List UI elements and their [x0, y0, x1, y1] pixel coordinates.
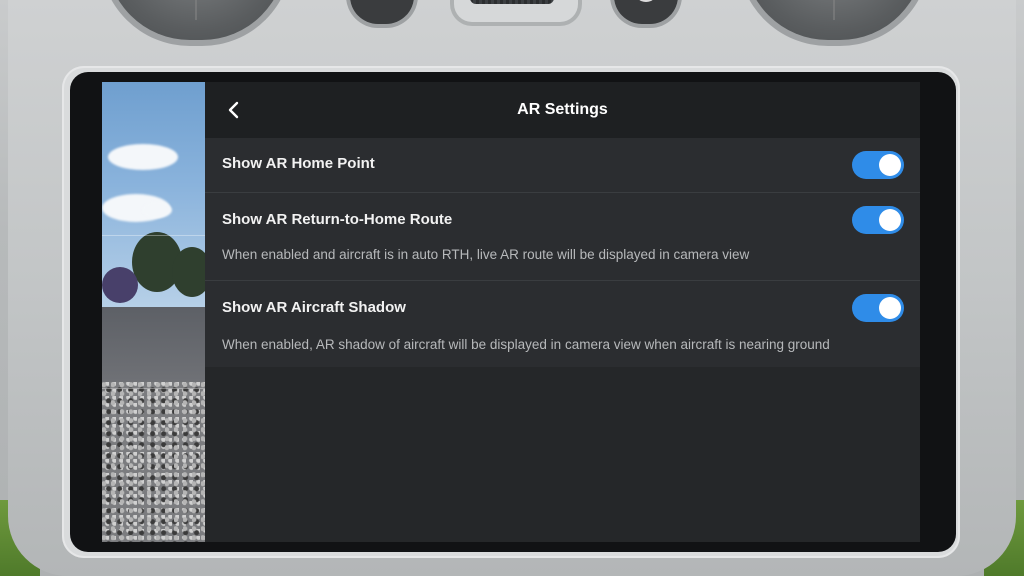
chevron-left-icon [228, 101, 239, 119]
panel-header: AR Settings [205, 82, 920, 138]
setting-row-ar-home-point: Show AR Home Point [205, 138, 920, 193]
setting-row-ar-aircraft-shadow: Show AR Aircraft Shadow When enabled, AR… [205, 281, 920, 367]
toggle-knob [879, 297, 901, 319]
setting-description: When enabled and aircraft is in auto RTH… [222, 247, 750, 262]
setting-title: Show AR Home Point [222, 155, 375, 172]
back-button[interactable] [219, 96, 247, 124]
ar-rth-route-toggle[interactable] [852, 206, 904, 234]
page-title: AR Settings [517, 101, 608, 118]
settings-list: Show AR Home Point Show AR Return-to-Hom… [205, 138, 920, 367]
setting-row-ar-rth-route: Show AR Return-to-Home Route When enable… [205, 193, 920, 281]
setting-title: Show AR Return-to-Home Route [222, 211, 453, 228]
toggle-knob [879, 154, 901, 176]
camera-sky [102, 82, 205, 312]
ar-home-point-toggle[interactable] [852, 151, 904, 179]
camera-gridline [102, 388, 205, 389]
setting-title: Show AR Aircraft Shadow [222, 299, 406, 316]
display-screen: AR Settings Show AR Home Point Show AR R… [102, 82, 920, 542]
camera-gridline [102, 235, 205, 236]
camera-gravel [102, 382, 205, 542]
toggle-knob [879, 209, 901, 231]
setting-description: When enabled, AR shadow of aircraft will… [222, 337, 830, 352]
camera-view [102, 82, 205, 542]
scroll-wheel [450, 0, 582, 26]
ar-settings-panel: AR Settings Show AR Home Point Show AR R… [205, 82, 920, 542]
remote-controller-body: AR Settings Show AR Home Point Show AR R… [0, 0, 1024, 576]
ar-aircraft-shadow-toggle[interactable] [852, 294, 904, 322]
